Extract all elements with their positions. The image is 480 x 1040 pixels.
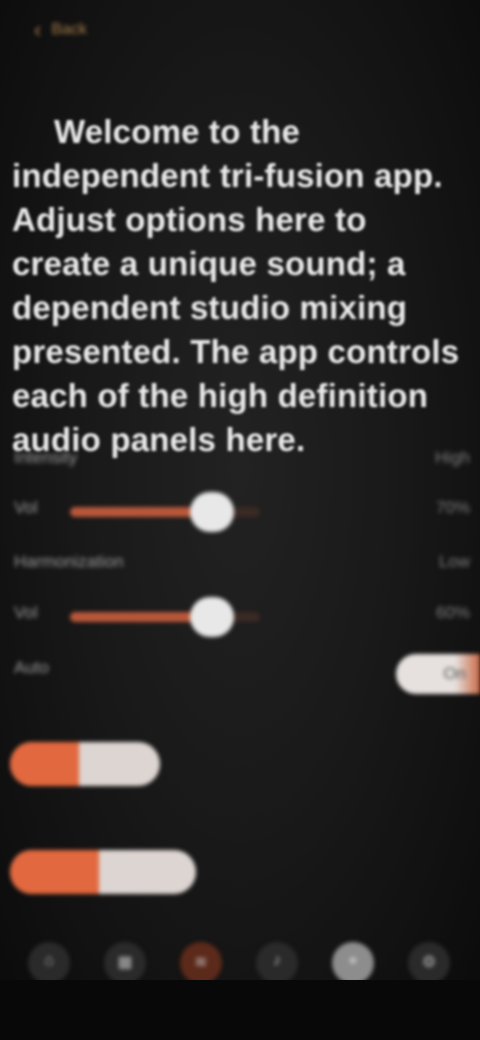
app-screen: ‹ Back Welcome to the independent tri-fu… — [0, 0, 480, 1040]
setting-value: Low — [438, 552, 470, 571]
setting-row-auto: Auto On — [0, 648, 480, 694]
toggle-value: On — [443, 664, 466, 683]
slider-value: 70% — [435, 498, 470, 517]
settings-icon: ⚙ — [421, 954, 437, 971]
nav-button-5[interactable]: ● — [332, 942, 374, 984]
pill-fill — [10, 742, 79, 786]
slider-thumb[interactable] — [190, 492, 235, 532]
intro-text: Welcome to the independent tri-fusion ap… — [12, 113, 460, 458]
option-pill-1[interactable] — [10, 742, 160, 786]
grid-icon: ▦ — [117, 954, 133, 971]
nav-button-2[interactable]: ▦ — [104, 942, 146, 984]
slider-thumb[interactable] — [190, 597, 235, 637]
waveform-icon: ≋ — [194, 954, 208, 971]
setting-row-intensity: Intensity High — [0, 448, 480, 488]
nav-button-6[interactable]: ⚙ — [408, 942, 450, 984]
volume-slider-1[interactable] — [70, 492, 260, 532]
pill-fill — [10, 850, 100, 894]
setting-value: High — [435, 448, 470, 467]
slider-value: 60% — [435, 603, 470, 622]
setting-label: Harmonization — [14, 552, 124, 571]
top-bar: ‹ Back — [0, 0, 480, 60]
nav-button-1[interactable]: ⌂ — [28, 942, 70, 984]
profile-icon: ● — [348, 952, 358, 969]
setting-label: Auto — [14, 658, 49, 677]
setting-row-volume-2: Vol 60% — [0, 597, 480, 643]
chevron-left-icon: ‹ — [34, 17, 42, 42]
slider-label: Vol — [14, 498, 38, 517]
back-label: Back — [51, 21, 87, 38]
option-pill-2[interactable] — [10, 850, 196, 894]
home-icon: ⌂ — [44, 952, 54, 969]
back-button[interactable]: ‹ Back — [34, 17, 87, 43]
music-icon: ♪ — [273, 952, 281, 969]
bottom-bar — [0, 980, 480, 1040]
nav-button-4[interactable]: ♪ — [256, 942, 298, 984]
nav-button-3[interactable]: ≋ — [180, 942, 222, 984]
setting-row-volume-1: Vol 70% — [0, 492, 480, 538]
slider-label: Vol — [14, 603, 38, 622]
auto-toggle[interactable]: On — [396, 654, 480, 694]
volume-slider-2[interactable] — [70, 597, 260, 637]
setting-label: Intensity — [14, 448, 78, 467]
setting-row-harmonization: Harmonization Low — [0, 552, 480, 592]
